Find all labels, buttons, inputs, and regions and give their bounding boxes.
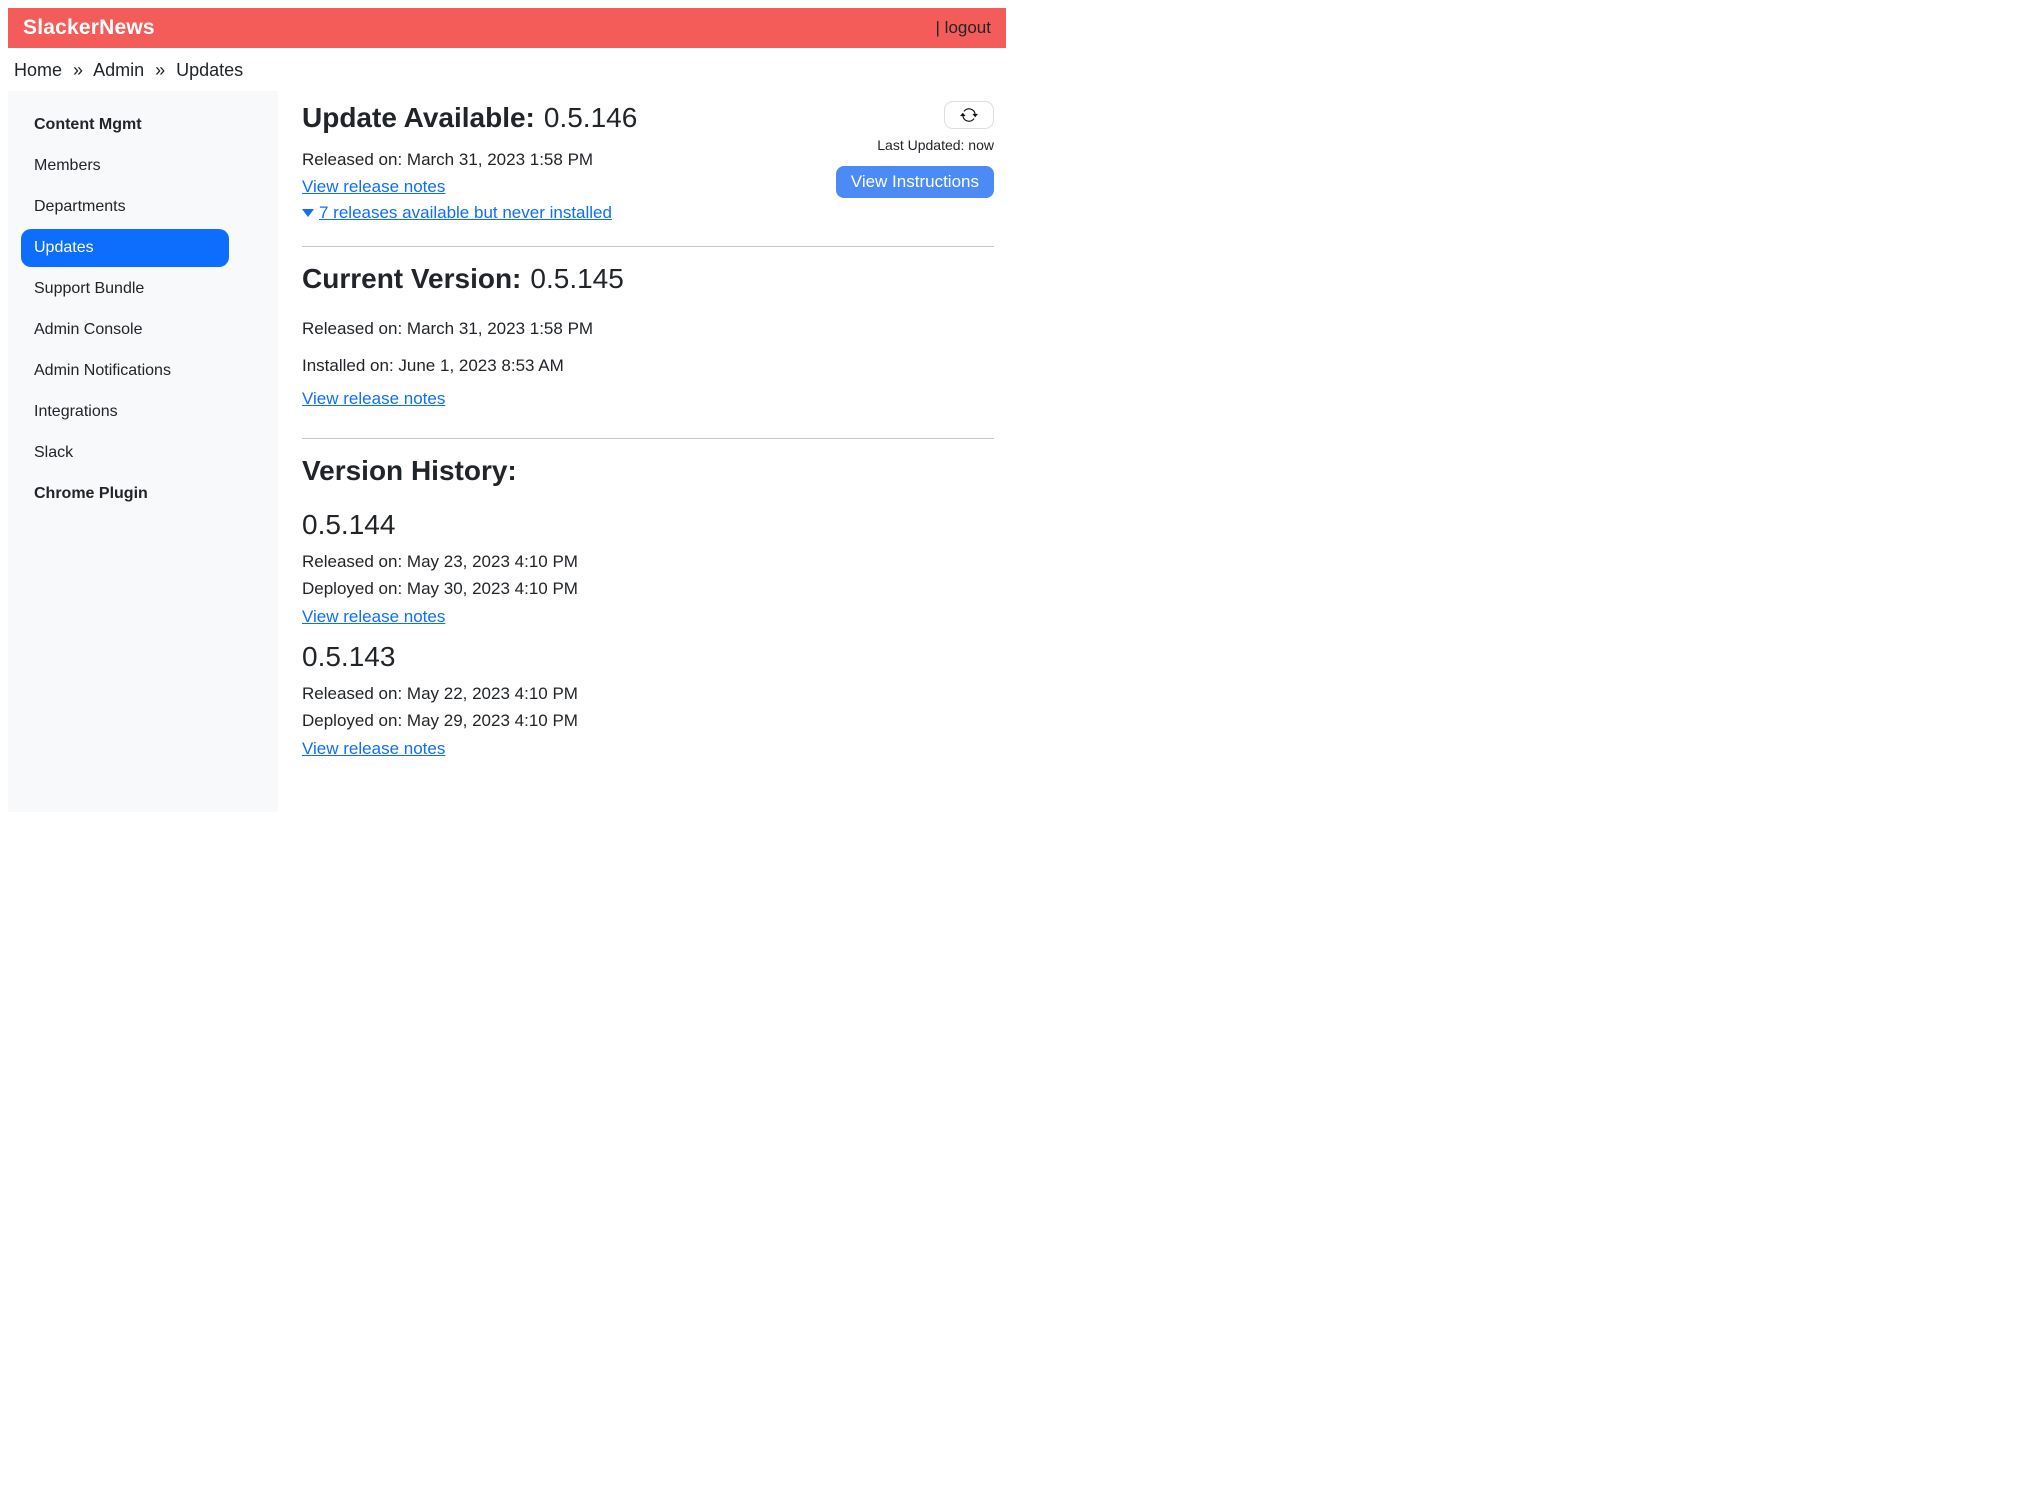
last-updated-label: Last Updated: now — [836, 136, 994, 154]
release-notes-link[interactable]: View release notes — [302, 604, 445, 629]
top-navbar: SlackerNews | logout — [8, 8, 1006, 48]
breadcrumb-home[interactable]: Home — [14, 60, 62, 80]
breadcrumb-updates[interactable]: Updates — [176, 60, 243, 80]
logout-link[interactable]: | logout — [936, 18, 991, 38]
sidebar-item-integrations[interactable]: Integrations — [21, 393, 229, 431]
current-version-label: Current Version: — [302, 263, 521, 294]
deployed-on-text: Deployed on: May 30, 2023 4:10 PM — [302, 576, 994, 601]
released-on-text: Released on: May 23, 2023 4:10 PM — [302, 549, 994, 574]
sidebar-item-content-mgmt[interactable]: Content Mgmt — [21, 106, 229, 144]
current-version-section: Current Version: 0.5.145 Released on: Mar… — [302, 262, 994, 411]
update-available-label: Update Available: — [302, 102, 535, 133]
version-history-heading: Version History: — [302, 454, 994, 488]
update-available-section: Update Available: 0.5.146 Released on: Ma… — [302, 97, 994, 225]
breadcrumb-separator: » — [73, 60, 83, 80]
releases-toggle-label: 7 releases available but never installed — [319, 200, 612, 225]
current-version-number: 0.5.145 — [530, 263, 623, 294]
view-instructions-button[interactable]: View Instructions — [836, 166, 994, 198]
version-entry: 0.5.143 Released on: May 22, 2023 4:10 P… — [302, 640, 994, 761]
update-available-heading: Update Available: 0.5.146 — [302, 101, 637, 135]
deployed-on-text: Deployed on: May 29, 2023 4:10 PM — [302, 708, 994, 733]
admin-sidebar: Content Mgmt Members Departments Updates… — [8, 91, 278, 812]
sidebar-item-admin-console[interactable]: Admin Console — [21, 311, 229, 349]
breadcrumb: Home » Admin » Updates — [14, 57, 1006, 84]
release-notes-link[interactable]: View release notes — [302, 174, 445, 199]
releases-toggle-link[interactable]: 7 releases available but never installed — [302, 200, 612, 225]
refresh-button[interactable] — [944, 101, 994, 129]
sidebar-item-admin-notifications[interactable]: Admin Notifications — [21, 352, 229, 390]
version-entry: 0.5.144 Released on: May 23, 2023 4:10 P… — [302, 508, 994, 629]
update-actions: Last Updated: now View Instructions — [836, 97, 994, 198]
sidebar-item-members[interactable]: Members — [21, 147, 229, 185]
current-version-heading: Current Version: 0.5.145 — [302, 262, 994, 296]
refresh-icon — [960, 106, 978, 124]
brand-title[interactable]: SlackerNews — [23, 16, 155, 40]
sidebar-item-chrome-plugin[interactable]: Chrome Plugin — [21, 475, 229, 513]
page-layout: Content Mgmt Members Departments Updates… — [8, 91, 1006, 812]
version-number: 0.5.143 — [302, 640, 994, 674]
breadcrumb-separator: » — [155, 60, 165, 80]
section-divider — [302, 438, 994, 439]
version-history-section: Version History: 0.5.144 Released on: Ma… — [302, 454, 994, 761]
released-on-text: Released on: March 31, 2023 1:58 PM — [302, 147, 637, 172]
caret-down-icon — [302, 209, 314, 217]
main-content: Update Available: 0.5.146 Released on: Ma… — [302, 91, 1006, 812]
sidebar-nav: Content Mgmt Members Departments Updates… — [21, 106, 229, 513]
breadcrumb-admin[interactable]: Admin — [93, 60, 144, 80]
released-on-text: Released on: May 22, 2023 4:10 PM — [302, 681, 994, 706]
update-available-version: 0.5.146 — [544, 102, 637, 133]
released-on-text: Released on: March 31, 2023 1:58 PM — [302, 316, 994, 341]
release-notes-link[interactable]: View release notes — [302, 736, 445, 761]
sidebar-item-slack[interactable]: Slack — [21, 434, 229, 472]
installed-on-text: Installed on: June 1, 2023 8:53 AM — [302, 353, 994, 378]
release-notes-link[interactable]: View release notes — [302, 386, 445, 411]
sidebar-item-departments[interactable]: Departments — [21, 188, 229, 226]
version-number: 0.5.144 — [302, 508, 994, 542]
update-available-info: Update Available: 0.5.146 Released on: Ma… — [302, 97, 637, 225]
section-divider — [302, 246, 994, 247]
sidebar-item-support-bundle[interactable]: Support Bundle — [21, 270, 229, 308]
sidebar-item-updates[interactable]: Updates — [21, 229, 229, 267]
